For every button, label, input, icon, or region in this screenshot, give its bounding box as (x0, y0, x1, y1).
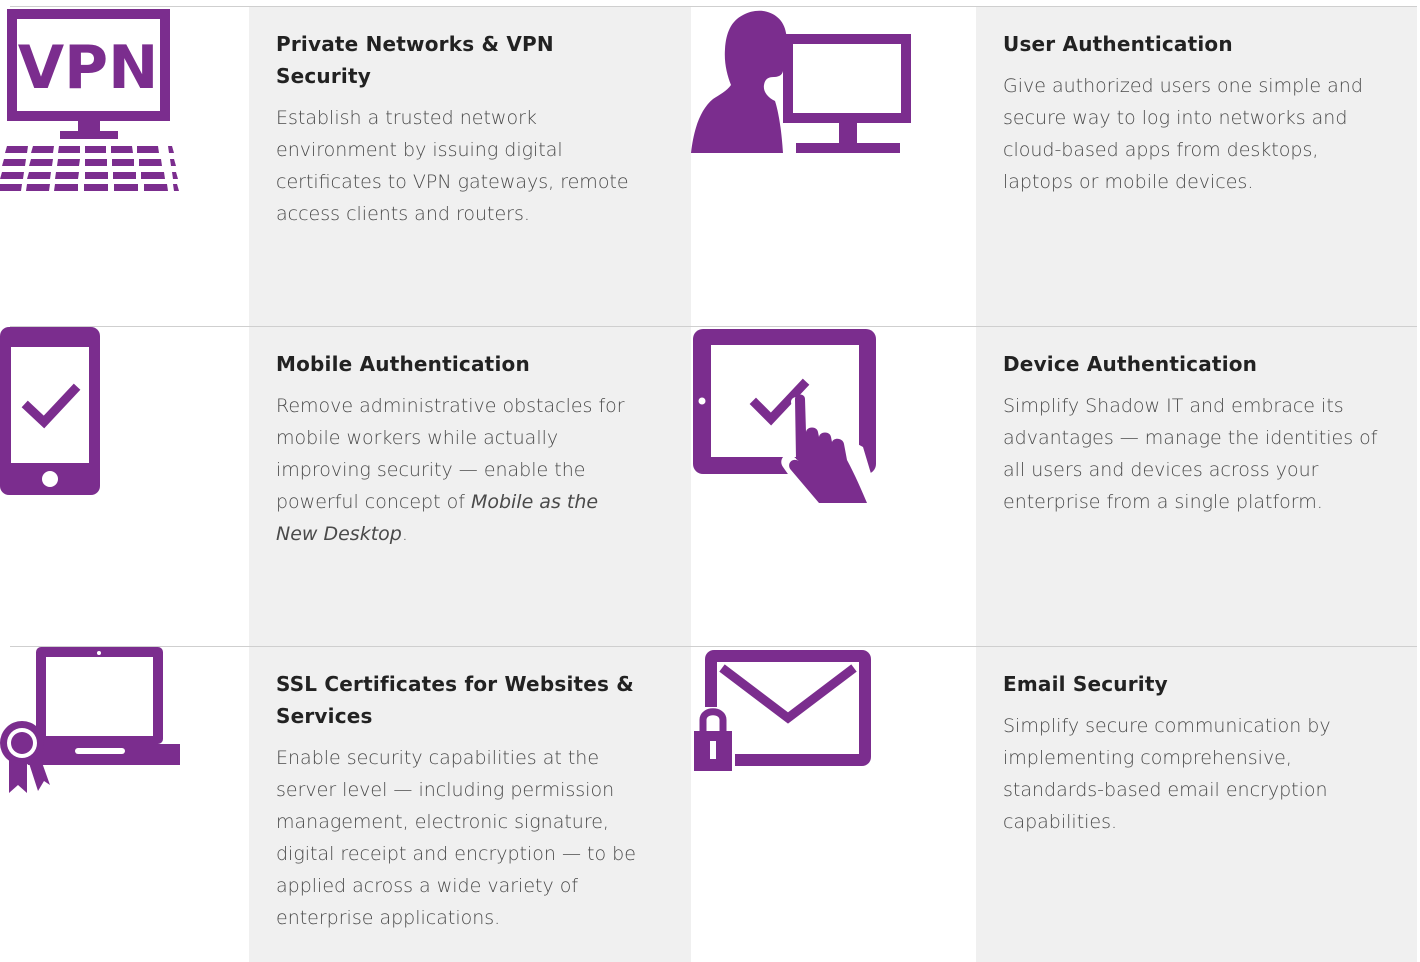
mobile-checkmark-icon (0, 327, 100, 495)
laptop-certificate-icon (0, 647, 180, 793)
feature-row: VPN Private Networks & VPN Security Esta… (0, 6, 1420, 326)
feature-description: Enable security capabilities at the serv… (276, 747, 636, 929)
feature-text-panel: Device Authentication Simplify Shadow IT… (976, 327, 1417, 646)
description-text: . (401, 523, 408, 545)
feature-icon-cell (691, 7, 976, 326)
user-at-monitor-icon (691, 10, 911, 154)
feature-title: Email Security (1003, 672, 1168, 696)
feature-row: SSL Certificates for Websites & Services… (0, 646, 1420, 962)
feature-text-panel: Email Security Simplify secure communica… (976, 647, 1417, 962)
feature-row: Mobile Authentication Remove administrat… (0, 326, 1420, 646)
feature-icon-cell (691, 647, 976, 962)
feature-icon-cell: VPN (0, 7, 249, 326)
envelope-lock-icon (691, 650, 871, 777)
tablet-touch-checkmark-icon (693, 329, 881, 507)
feature-description: Remove administrative obstacles for mobi… (276, 390, 641, 550)
feature-title: Mobile Authentication (276, 352, 530, 376)
feature-text-panel: Mobile Authentication Remove administrat… (249, 327, 691, 646)
feature-icon-cell (691, 327, 976, 646)
feature-title: Device Authentication (1003, 352, 1258, 376)
feature-description: Establish a trusted network environment … (276, 107, 629, 225)
feature-description: Give authorized users one simple and sec… (1003, 75, 1363, 193)
feature-title: User Authentication (1003, 32, 1233, 56)
feature-icon-cell (0, 647, 249, 962)
feature-text-panel: SSL Certificates for Websites & Services… (249, 647, 691, 962)
feature-description: Simplify Shadow IT and embrace its advan… (1003, 395, 1378, 513)
feature-title: SSL Certificates for Websites & Services (276, 672, 634, 728)
feature-grid: VPN Private Networks & VPN Security Esta… (0, 0, 1420, 962)
vpn-icon-text: VPN (18, 33, 159, 103)
feature-text-panel: Private Networks & VPN Security Establis… (249, 7, 691, 326)
feature-icon-cell (0, 327, 249, 646)
feature-description: Simplify secure communication by impleme… (1003, 715, 1331, 833)
feature-text-panel: User Authentication Give authorized user… (976, 7, 1417, 326)
feature-title: Private Networks & VPN Security (276, 32, 554, 88)
vpn-computer-icon: VPN (0, 9, 179, 191)
